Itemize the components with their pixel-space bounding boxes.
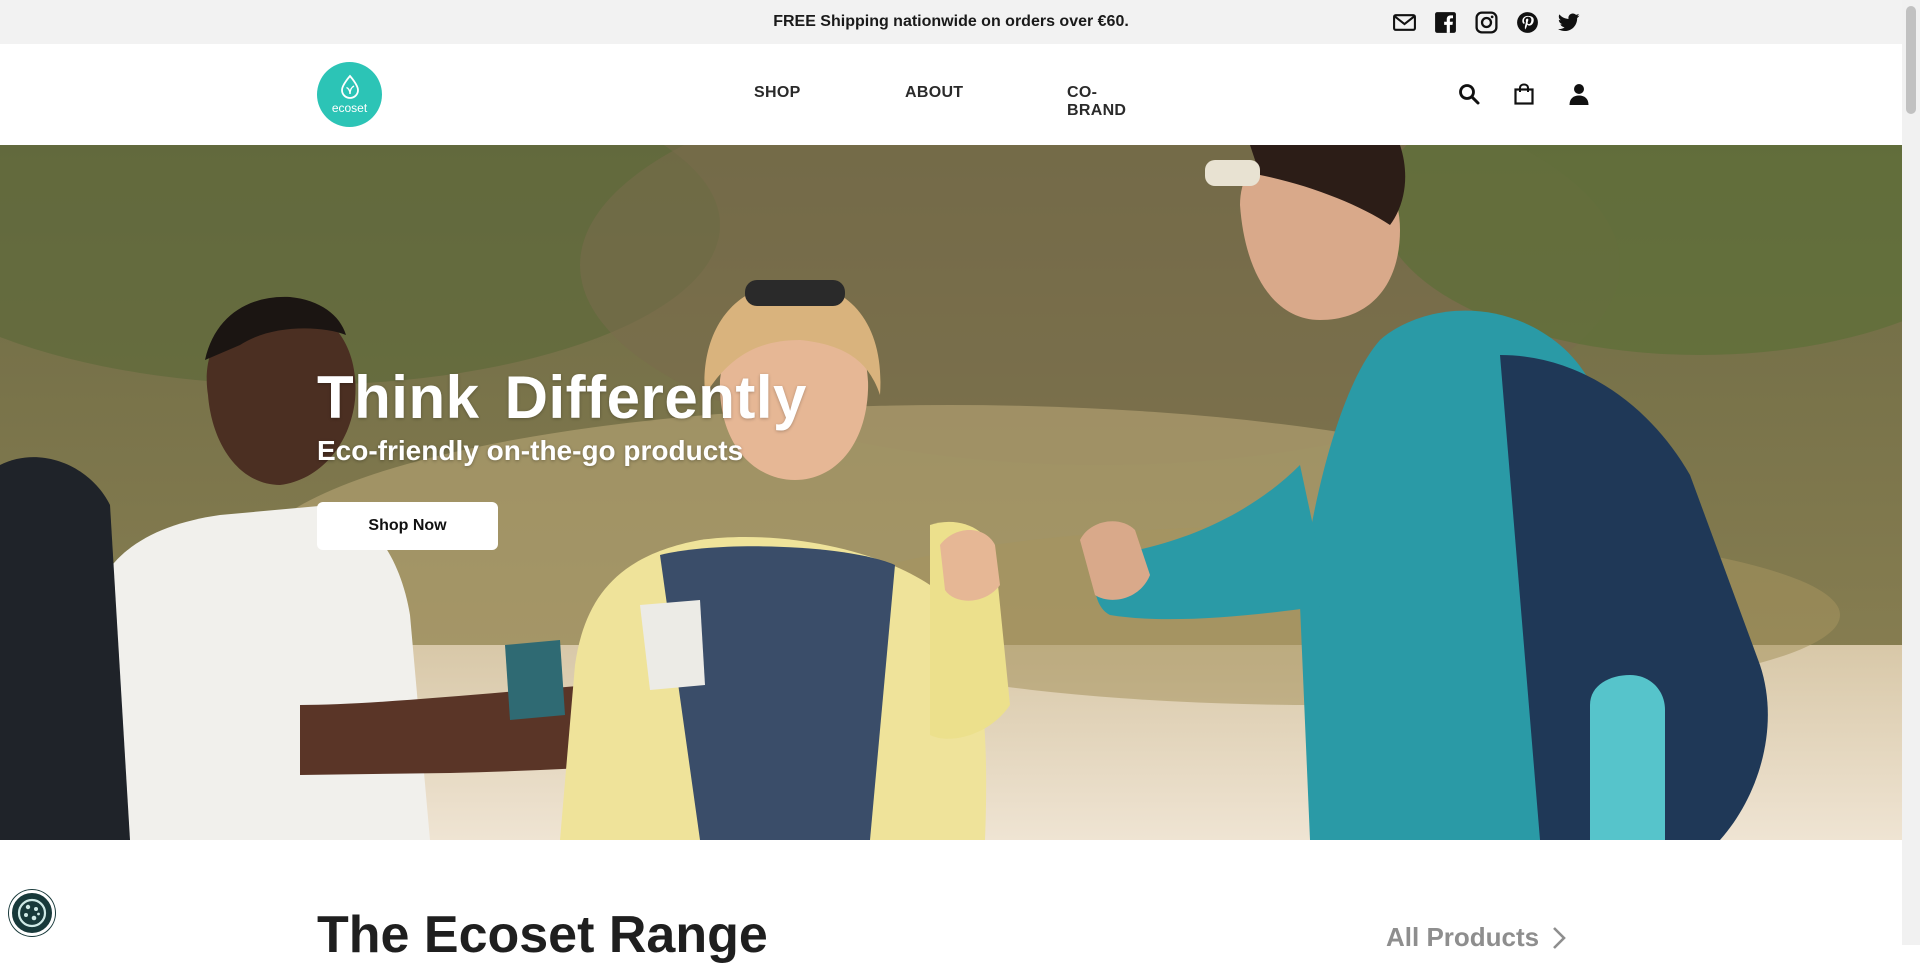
page-scrollbar[interactable] [1902, 0, 1920, 945]
hero-photo [0, 145, 1902, 840]
nav-about[interactable]: ABOUT [905, 84, 963, 102]
chevron-right-icon [1553, 926, 1566, 949]
brand-logo[interactable]: ecoset [317, 62, 382, 127]
user-icon[interactable] [1567, 82, 1591, 106]
twitter-icon[interactable] [1556, 10, 1581, 35]
drop-leaf-icon [341, 74, 359, 99]
site-header: ecoset SHOP ABOUT CO-BRAND [0, 44, 1902, 145]
range-heading: The Ecoset Range [317, 906, 768, 964]
search-icon[interactable] [1457, 82, 1481, 106]
hero-title: Think Differently [317, 364, 807, 431]
cookie-settings-button[interactable] [9, 890, 55, 936]
social-links [1392, 10, 1581, 35]
facebook-icon[interactable] [1433, 10, 1458, 35]
logo-text: ecoset [331, 101, 368, 115]
nav-co-brand[interactable]: CO-BRAND [1067, 84, 1126, 120]
all-products-link[interactable]: All Products [1386, 922, 1567, 953]
announcement-bar: FREE Shipping nationwide on orders over … [0, 0, 1902, 44]
scrollbar-thumb[interactable] [1906, 6, 1916, 114]
cookie-icon [17, 898, 47, 928]
all-products-label: All Products [1386, 922, 1540, 952]
instagram-icon[interactable] [1474, 10, 1499, 35]
header-actions [1457, 82, 1591, 106]
announcement-text: FREE Shipping nationwide on orders over … [773, 13, 1129, 30]
nav-shop[interactable]: SHOP [754, 84, 801, 102]
hero-subtitle: Eco-friendly on-the-go products [317, 435, 744, 466]
hero-banner: Think Differently Eco-friendly on-the-go… [0, 145, 1902, 840]
pinterest-icon[interactable] [1515, 10, 1540, 35]
mail-icon[interactable] [1392, 10, 1417, 35]
shop-now-button[interactable]: Shop Now [317, 502, 498, 550]
shopping-bag-icon[interactable] [1512, 82, 1536, 106]
